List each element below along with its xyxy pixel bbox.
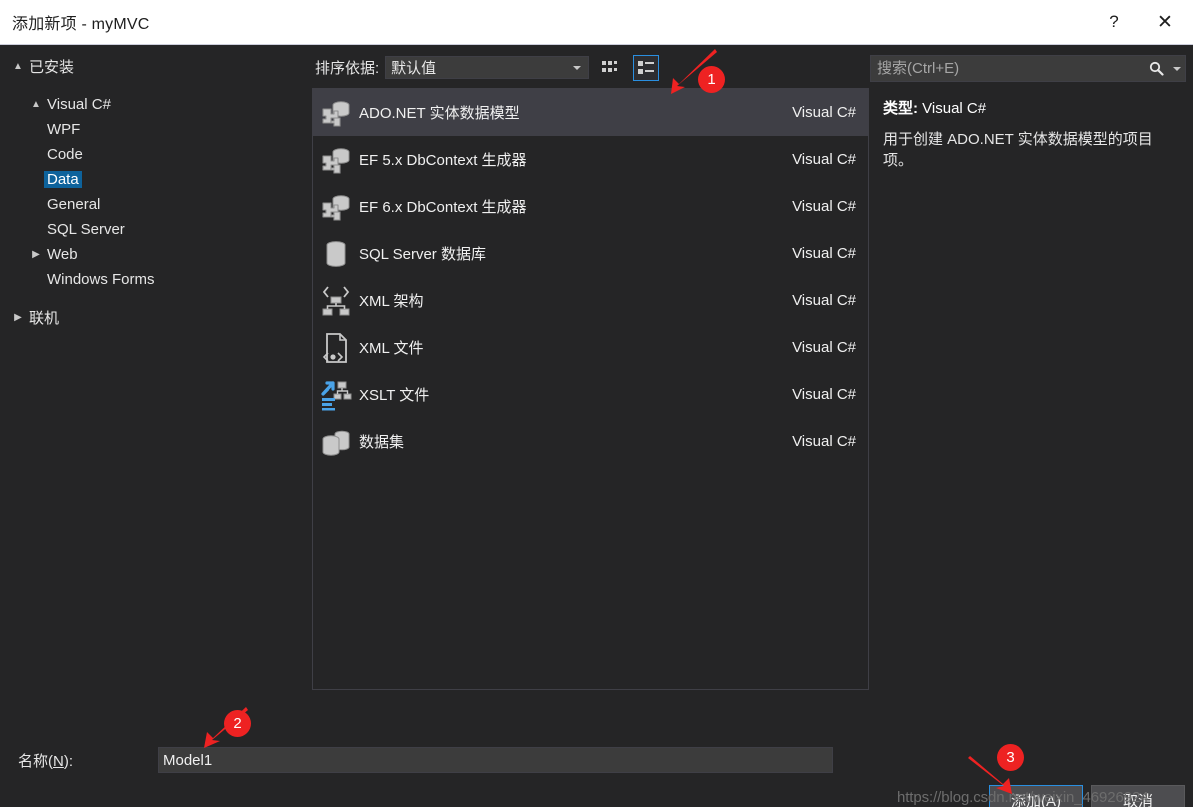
list-view-icon[interactable] xyxy=(633,54,660,81)
help-button[interactable]: ? xyxy=(1091,0,1137,44)
window-controls: ? ✕ xyxy=(1091,0,1193,44)
template-list-item[interactable]: XML 架构 Visual C# xyxy=(313,277,868,324)
xml-file-icon xyxy=(313,331,359,365)
template-language: Visual C# xyxy=(792,198,856,215)
sort-selected-value: 默认值 xyxy=(391,60,437,77)
category-tree: ▲ 已安装 ▲ Visual C# WPF Code Data General SQL Serv… xyxy=(0,45,310,692)
ado-net-entity-icon xyxy=(313,96,359,130)
template-list-item[interactable]: SQL Server 数据库 Visual C# xyxy=(313,230,868,277)
tree-item-windows-forms[interactable]: Windows Forms xyxy=(0,267,310,292)
template-info: 类型: Visual C# 用于创建 ADO.NET 实体数据模型的项目项。 xyxy=(883,97,1179,171)
grid-view-icon[interactable] xyxy=(598,55,624,81)
tree-item-label: 已安装 xyxy=(29,59,75,76)
template-name: XML 文件 xyxy=(359,340,424,357)
database-icon xyxy=(313,237,359,271)
add-button[interactable]: 添加(A) xyxy=(989,785,1083,807)
template-name: SQL Server 数据库 xyxy=(359,246,486,263)
tree-item-visual-c[interactable]: ▲ Visual C# xyxy=(0,92,310,117)
window-title: 添加新项 - myMVC xyxy=(12,16,150,33)
tree-item-label: SQL Server xyxy=(47,221,125,238)
template-type-label: 类型: xyxy=(883,100,918,117)
template-list-item[interactable]: ADO.NET 实体数据模型 Visual C# xyxy=(313,89,868,136)
tree-item-label: Code xyxy=(47,146,83,163)
cancel-button[interactable]: 取消 xyxy=(1091,785,1185,807)
search-options-chevron-icon[interactable] xyxy=(1169,66,1185,71)
template-list-item[interactable]: EF 5.x DbContext 生成器 Visual C# xyxy=(313,136,868,183)
template-description: 用于创建 ADO.NET 实体数据模型的项目项。 xyxy=(883,131,1153,169)
tree-item-[interactable]: ▲ 已安装 xyxy=(0,54,310,79)
template-language: Visual C# xyxy=(792,151,856,168)
template-name: EF 5.x DbContext 生成器 xyxy=(359,152,527,169)
expander-expanded-icon[interactable]: ▲ xyxy=(10,61,26,72)
sort-label: 排序依据: xyxy=(315,60,380,77)
chevron-down-icon xyxy=(573,65,582,70)
dialog-buttons: 添加(A) 取消 xyxy=(989,785,1185,807)
sort-toolbar: 排序依据: 默认值 xyxy=(310,45,870,90)
templates-pane: 排序依据: 默认值 ADO.NET 实体数据模型 Visual C# EF 5.… xyxy=(310,45,870,692)
tree-item-web[interactable]: ▶ Web xyxy=(0,242,310,267)
tree-item-sql-server[interactable]: SQL Server xyxy=(0,217,310,242)
dialog-body: ▲ 已安装 ▲ Visual C# WPF Code Data General SQL Serv… xyxy=(0,45,1193,692)
template-language: Visual C# xyxy=(792,245,856,262)
details-pane: 类型: Visual C# 用于创建 ADO.NET 实体数据模型的项目项。 xyxy=(870,45,1193,692)
template-language: Visual C# xyxy=(792,292,856,309)
add-new-item-dialog: 添加新项 - myMVC ? ✕ ▲ 已安装 ▲ Visual C# WPF Code Da… xyxy=(0,0,1193,807)
tree-item-wpf[interactable]: WPF xyxy=(0,117,310,142)
tree-item-label: General xyxy=(47,196,101,213)
expander-collapsed-icon[interactable]: ▶ xyxy=(10,312,26,323)
tree-item-label: Visual C# xyxy=(47,96,111,113)
tree-item-general[interactable]: General xyxy=(0,192,310,217)
template-list[interactable]: ADO.NET 实体数据模型 Visual C# EF 5.x DbContext … xyxy=(312,88,869,690)
dataset-icon xyxy=(313,425,359,459)
template-name: EF 6.x DbContext 生成器 xyxy=(359,199,527,216)
template-name: 数据集 xyxy=(359,434,405,451)
template-name: ADO.NET 实体数据模型 xyxy=(359,105,520,122)
template-language: Visual C# xyxy=(792,104,856,121)
close-icon[interactable]: ✕ xyxy=(1137,0,1193,44)
template-language: Visual C# xyxy=(792,339,856,356)
title-bar: 添加新项 - myMVC ? ✕ xyxy=(0,0,1193,45)
template-language: Visual C# xyxy=(792,433,856,450)
template-type-value: Visual C# xyxy=(922,100,987,117)
template-name: XML 架构 xyxy=(359,293,424,310)
sort-dropdown[interactable]: 默认值 xyxy=(385,56,590,79)
name-input[interactable] xyxy=(158,747,833,773)
template-language: Visual C# xyxy=(792,386,856,403)
search-input[interactable] xyxy=(871,59,1143,78)
tree-item-data[interactable]: Data xyxy=(0,167,310,192)
search-icon[interactable] xyxy=(1143,61,1169,76)
tree-item-label: Data xyxy=(44,171,82,188)
template-list-item[interactable]: XML 文件 Visual C# xyxy=(313,324,868,371)
template-name: XSLT 文件 xyxy=(359,387,430,404)
template-type-row: 类型: Visual C# xyxy=(883,97,1179,118)
name-label: 名称(N): xyxy=(18,752,74,770)
tree-item-label: Windows Forms xyxy=(47,271,155,288)
name-row: 名称(N): xyxy=(0,744,1193,776)
ado-net-entity-icon xyxy=(313,143,359,177)
tree-item-[interactable]: ▶ 联机 xyxy=(0,305,310,330)
template-list-item[interactable]: 数据集 Visual C# xyxy=(313,418,868,465)
tree-item-label: 联机 xyxy=(29,310,60,327)
xslt-file-icon xyxy=(313,378,359,412)
template-list-item[interactable]: XSLT 文件 Visual C# xyxy=(313,371,868,418)
tree-item-code[interactable]: Code xyxy=(0,142,310,167)
xml-schema-icon xyxy=(313,284,359,318)
tree-item-label: WPF xyxy=(47,121,81,138)
search-box[interactable] xyxy=(870,55,1186,82)
expander-expanded-icon[interactable]: ▲ xyxy=(28,99,44,110)
template-list-item[interactable]: EF 6.x DbContext 生成器 Visual C# xyxy=(313,183,868,230)
tree-item-label: Web xyxy=(47,246,78,263)
dialog-footer: 名称(N): 添加(A) 取消 xyxy=(0,692,1193,807)
ado-net-entity-icon xyxy=(313,190,359,224)
expander-collapsed-icon[interactable]: ▶ xyxy=(28,249,44,260)
